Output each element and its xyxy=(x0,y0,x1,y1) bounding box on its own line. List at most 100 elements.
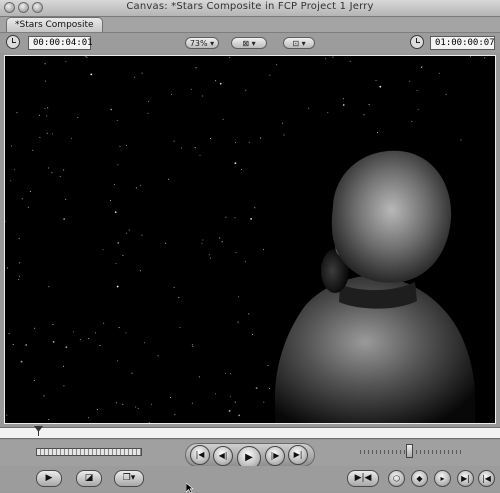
star xyxy=(157,355,159,357)
star xyxy=(95,332,96,334)
mark-out-icon: |◀ xyxy=(482,474,491,483)
playhead-icon[interactable] xyxy=(34,426,43,436)
star xyxy=(90,73,93,76)
star xyxy=(195,67,197,69)
star xyxy=(282,122,284,124)
star xyxy=(63,169,65,171)
star xyxy=(122,403,124,405)
man-head xyxy=(331,150,452,283)
jog-knob[interactable] xyxy=(406,444,413,458)
star xyxy=(65,61,67,63)
star xyxy=(191,402,193,404)
star xyxy=(18,262,20,264)
star xyxy=(32,149,34,151)
star xyxy=(174,414,176,416)
star xyxy=(139,270,141,272)
star xyxy=(65,198,67,200)
previous-edit-icon: |◀ xyxy=(195,450,205,459)
star xyxy=(96,409,98,411)
star xyxy=(18,237,20,239)
star xyxy=(460,139,462,141)
mark-clip-button[interactable]: ⬡ xyxy=(388,470,405,487)
window-title: Canvas: *Stars Composite in FCP Project … xyxy=(126,1,374,12)
canvas-video-frame[interactable] xyxy=(4,55,496,424)
star xyxy=(114,211,117,214)
shuttle-control[interactable] xyxy=(36,448,142,456)
overlay-popup[interactable]: ⊡ ▾ xyxy=(283,37,315,49)
title-bar[interactable]: Canvas: *Stars Composite in FCP Project … xyxy=(0,0,500,17)
view-options-popup[interactable]: ⊠ ▾ xyxy=(231,37,267,49)
star xyxy=(170,396,171,398)
star xyxy=(115,263,117,265)
star xyxy=(59,175,61,177)
play-icon: ▶ xyxy=(245,452,253,463)
star xyxy=(63,365,64,367)
star xyxy=(234,217,236,219)
star xyxy=(21,198,23,200)
insert-edit-icon: ▶ xyxy=(45,473,53,483)
star xyxy=(215,393,216,395)
star xyxy=(252,333,253,335)
star xyxy=(165,242,167,244)
star xyxy=(269,74,271,76)
star xyxy=(34,327,36,329)
scrubber-bar[interactable] xyxy=(0,427,500,439)
star xyxy=(283,134,285,136)
zoom-popup[interactable]: 73% ▾ xyxy=(185,37,219,49)
star xyxy=(116,119,118,121)
star xyxy=(147,112,149,114)
tab-stars-composite[interactable]: *Stars Composite xyxy=(6,17,103,32)
star xyxy=(178,297,180,298)
star xyxy=(43,395,45,397)
previous-edit-button[interactable]: |◀ xyxy=(190,445,210,465)
star xyxy=(263,401,265,403)
star xyxy=(128,229,130,231)
overwrite-edit-button[interactable]: ◪ xyxy=(76,470,102,487)
star xyxy=(349,60,351,62)
star xyxy=(148,422,150,423)
mark-out-button[interactable]: |◀ xyxy=(478,470,495,487)
star xyxy=(190,88,192,90)
match-frame-icon: ▶|◀ xyxy=(354,473,372,483)
insert-edit-button[interactable]: ▶ xyxy=(36,470,62,487)
star xyxy=(109,199,111,201)
star xyxy=(173,286,175,288)
star xyxy=(45,80,47,82)
star xyxy=(11,145,13,147)
next-frame-button[interactable]: |▶ xyxy=(265,446,285,466)
star xyxy=(198,376,200,378)
replace-edit-button[interactable]: ❐▾ xyxy=(114,470,144,487)
next-frame-icon: |▶ xyxy=(270,451,280,460)
star xyxy=(73,331,74,333)
star xyxy=(209,257,211,259)
star xyxy=(181,147,182,149)
star xyxy=(248,313,250,315)
star xyxy=(234,162,237,165)
next-edit-button[interactable]: ▶| xyxy=(288,445,308,465)
match-frame-button[interactable]: ▶|◀ xyxy=(347,470,379,487)
star xyxy=(179,327,181,329)
star xyxy=(29,190,31,192)
clock-icon xyxy=(6,35,20,49)
current-timecode-field[interactable]: 00:00:04:01 xyxy=(28,36,93,50)
add-keyframe-button[interactable]: ◆ xyxy=(411,470,428,487)
star xyxy=(276,64,278,66)
star xyxy=(235,252,237,254)
star xyxy=(46,115,48,117)
star xyxy=(201,242,203,244)
mark-in-button[interactable]: ▶| xyxy=(457,470,474,487)
add-marker-button[interactable]: ▸ xyxy=(434,470,451,487)
tab-row: *Stars Composite xyxy=(0,17,500,33)
canvas-toolbar: 00:00:04:01 73% ▾ ⊠ ▾ ⊡ ▾ 01:00:00:07 xyxy=(0,33,500,53)
star xyxy=(141,72,143,74)
star xyxy=(327,112,329,114)
previous-frame-button[interactable]: ◀| xyxy=(213,446,233,466)
star xyxy=(16,112,18,114)
star xyxy=(368,103,370,105)
star xyxy=(484,57,486,59)
star xyxy=(342,98,344,100)
duration-timecode-field[interactable]: 01:00:00:07 xyxy=(430,36,495,50)
star xyxy=(51,172,53,174)
add-keyframe-icon: ◆ xyxy=(416,474,423,483)
star xyxy=(150,403,152,405)
